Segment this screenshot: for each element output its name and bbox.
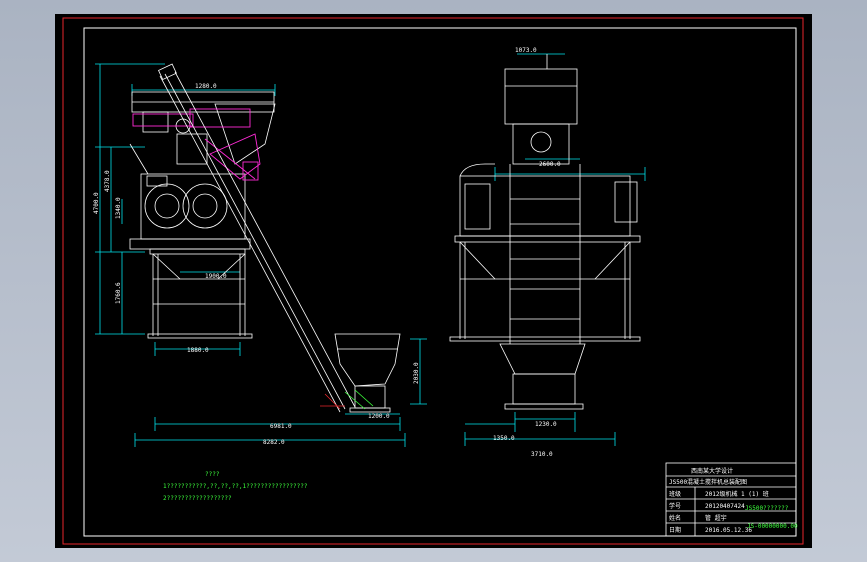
- note-line-2: 2??????????????????: [163, 495, 232, 502]
- row-label: 班级: [669, 490, 681, 498]
- dim-text: 2030.0: [413, 362, 420, 384]
- row-label: 姓名: [669, 514, 681, 522]
- dim-text: 1073.0: [515, 47, 537, 54]
- dim-text: 4700.0: [93, 192, 100, 214]
- outer-frame: [62, 17, 804, 545]
- row-value: 管 超宇: [705, 514, 727, 522]
- dim-text: 3710.0: [531, 451, 553, 458]
- skip-hoist: [158, 63, 401, 413]
- note-line-1: 1???????????,??,??,??,1?????????????????: [163, 483, 308, 490]
- dim-text: 1880.0: [187, 347, 209, 354]
- side-view: 4700.0 4378.0 1340.0 1760.6 1280.0 1900.…: [93, 63, 427, 502]
- drawing-canvas[interactable]: 4700.0 4378.0 1340.0 1760.6 1280.0 1900.…: [55, 14, 812, 548]
- inner-frame: [83, 27, 797, 537]
- dim-text: 6981.0: [270, 423, 292, 430]
- drawing-title: JS500混凝土搅拌机总装配图: [669, 478, 747, 486]
- dim-text: 1350.0: [493, 435, 515, 442]
- cad-drawing: 4700.0 4378.0 1340.0 1760.6 1280.0 1900.…: [62, 17, 804, 545]
- dim-text: 1200.0: [368, 413, 390, 420]
- row-value: 2012级机械 1 (1) 班: [705, 490, 769, 498]
- row-value: 20120407424: [705, 503, 745, 510]
- front-view: 1073.0 2600.0 1350.0 1230.0 3710.0: [449, 47, 646, 458]
- row-value: 2016.05.12.36: [705, 527, 752, 534]
- dim-text: 4378.0: [104, 170, 111, 192]
- title-block: 西南某大学设计 JS500混凝土搅拌机总装配图 班级 2012级机械 1 (1)…: [665, 462, 798, 537]
- dim-text: 1760.6: [115, 282, 122, 304]
- dim-text: 1230.0: [535, 421, 557, 428]
- row-extra: JS500???????: [745, 505, 789, 512]
- dim-text: 1280.0: [195, 83, 217, 90]
- row-label: 日期: [669, 526, 681, 534]
- row-label: 学号: [669, 502, 681, 510]
- row-extra: JS-00000000.00: [747, 523, 798, 530]
- dim-text: 8282.0: [263, 439, 285, 446]
- school-name: 西南某大学设计: [691, 467, 733, 475]
- dim-text: 1340.0: [115, 197, 122, 219]
- dim-text: 2600.0: [539, 161, 561, 168]
- note-title: ????: [205, 471, 220, 478]
